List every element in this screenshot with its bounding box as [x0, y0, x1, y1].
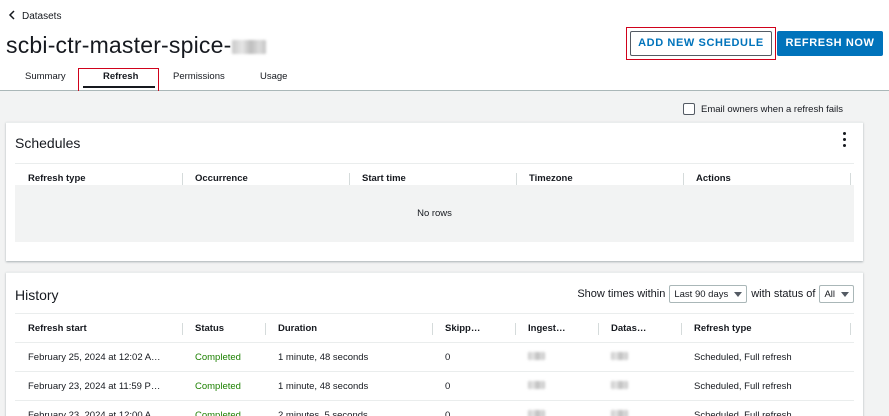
page-header: Datasets scbi-ctr-master-spice- ADD NEW …: [0, 0, 889, 97]
column-status[interactable]: Status: [195, 314, 224, 344]
status-cell: Completed: [195, 410, 241, 416]
skipped-cell: 0: [445, 381, 451, 392]
history-panel: History Show times within Last 90 days w…: [6, 272, 863, 416]
ingested-cell: [528, 372, 545, 401]
dataset-cell: [611, 343, 628, 372]
back-to-datasets-link[interactable]: Datasets: [8, 10, 61, 23]
redacted-value: [528, 381, 545, 390]
page-title-container: scbi-ctr-master-spice-: [6, 32, 267, 59]
duration-cell: 2 minutes, 5 seconds: [278, 410, 368, 416]
history-title: History: [15, 287, 59, 303]
status-cell: Completed: [195, 381, 241, 392]
time-filter-label: Show times within: [577, 288, 666, 300]
column-divider: [265, 323, 266, 335]
status-select[interactable]: All: [819, 285, 854, 303]
redacted-value: [611, 410, 628, 416]
status-filter-label: with status of: [751, 288, 816, 300]
caret-down-icon: [734, 291, 743, 297]
refresh-now-button[interactable]: REFRESH NOW: [777, 31, 883, 56]
email-owners-checkbox[interactable]: [683, 103, 695, 115]
column-refresh-type[interactable]: Refresh type: [694, 314, 752, 344]
column-divider: [432, 323, 433, 335]
refresh-type-cell: Scheduled, Full refresh: [694, 381, 792, 392]
status-value: All: [824, 288, 835, 300]
tab-usage[interactable]: Usage: [260, 71, 287, 82]
table-row[interactable]: February 23, 2024 at 11:59 P… Completed …: [15, 372, 854, 401]
column-refresh-start[interactable]: Refresh start: [28, 314, 87, 344]
redacted-value: [611, 381, 628, 390]
column-divider: [516, 173, 517, 185]
column-divider: [182, 173, 183, 185]
refresh-start-cell: February 23, 2024 at 12:00 A…: [28, 410, 161, 416]
refresh-start-cell: February 23, 2024 at 11:59 P…: [28, 381, 161, 392]
more-options-icon[interactable]: [843, 132, 847, 147]
skipped-cell: 0: [445, 352, 451, 363]
ingested-cell: [528, 343, 545, 372]
chevron-left-icon: [8, 10, 16, 23]
column-ingested[interactable]: Ingest…: [528, 314, 565, 344]
empty-table-message: No rows: [15, 185, 854, 242]
time-range-value: Last 90 days: [674, 288, 729, 300]
page-title: scbi-ctr-master-spice-: [6, 32, 232, 58]
tab-permissions[interactable]: Permissions: [173, 71, 225, 82]
duration-cell: 1 minute, 48 seconds: [278, 352, 369, 363]
column-divider: [850, 173, 851, 185]
tab-summary[interactable]: Summary: [25, 71, 66, 82]
dataset-cell: [611, 372, 628, 401]
column-divider: [681, 323, 682, 335]
dataset-cell: [611, 401, 628, 416]
history-table-header: Refresh start Status Duration Skipp… Ing…: [15, 313, 854, 343]
skipped-cell: 0: [445, 410, 451, 416]
column-divider: [850, 323, 851, 335]
table-row[interactable]: February 25, 2024 at 12:02 A… Completed …: [15, 343, 854, 372]
schedules-panel: Schedules Refresh type Occurrence Start …: [6, 122, 863, 261]
email-owners-option[interactable]: Email owners when a refresh fails: [683, 103, 843, 115]
email-owners-label: Email owners when a refresh fails: [701, 103, 844, 115]
highlight-add-schedule: [626, 27, 776, 60]
history-filters: Show times within Last 90 days with stat…: [577, 285, 854, 303]
tab-bar: Summary Refresh Permissions Usage: [0, 70, 400, 90]
status-cell: Completed: [195, 352, 241, 363]
column-duration[interactable]: Duration: [278, 314, 317, 344]
caret-down-icon: [841, 291, 849, 297]
column-divider: [683, 173, 684, 185]
refresh-type-cell: Scheduled, Full refresh: [694, 410, 792, 416]
back-label: Datasets: [22, 11, 62, 22]
column-divider: [182, 323, 183, 335]
column-divider: [349, 173, 350, 185]
redacted-value: [528, 410, 545, 416]
redacted-title-suffix: [232, 40, 267, 54]
redacted-value: [528, 352, 545, 361]
schedules-title: Schedules: [15, 135, 81, 151]
table-row[interactable]: February 23, 2024 at 12:00 A… Completed …: [15, 401, 854, 416]
column-divider: [598, 323, 599, 335]
time-range-select[interactable]: Last 90 days: [669, 285, 748, 303]
column-dataset[interactable]: Datas…: [611, 314, 646, 344]
refresh-start-cell: February 25, 2024 at 12:02 A…: [28, 352, 161, 363]
refresh-type-cell: Scheduled, Full refresh: [694, 352, 792, 363]
column-divider: [515, 323, 516, 335]
duration-cell: 1 minute, 48 seconds: [278, 381, 369, 392]
column-skipped[interactable]: Skipp…: [445, 314, 480, 344]
redacted-value: [611, 352, 628, 361]
ingested-cell: [528, 401, 545, 416]
